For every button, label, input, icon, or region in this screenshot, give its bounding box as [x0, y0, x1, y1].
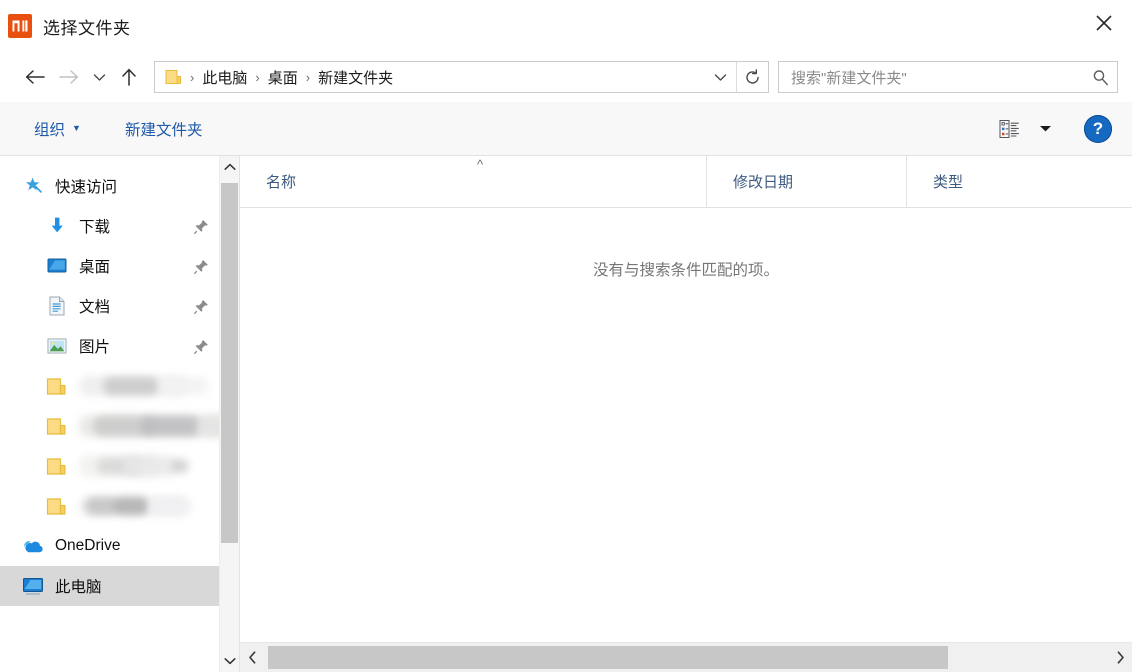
scroll-left-chevron-left-icon[interactable] [240, 643, 264, 672]
sidebar-item-桌面[interactable]: 桌面 [0, 246, 219, 286]
empty-state-message: 没有与搜索条件匹配的项。 [240, 258, 1132, 280]
column-header-row: ^ 名称 修改日期 类型 [240, 156, 1132, 208]
folder-icon [46, 497, 68, 516]
sidebar-item-label-redacted [79, 456, 209, 476]
address-bar-tools [704, 62, 768, 92]
desktop-monitor-icon [46, 257, 68, 275]
search-icon[interactable] [1092, 69, 1109, 86]
refresh-icon[interactable] [736, 62, 768, 92]
search-box[interactable]: 搜索"新建文件夹" [778, 61, 1118, 93]
view-options-chevron-down-icon[interactable] [1032, 113, 1058, 145]
organize-button[interactable]: 组织 ▼ [26, 112, 89, 146]
breadcrumb-separator[interactable]: › [253, 70, 261, 85]
column-header-date-label: 修改日期 [733, 171, 793, 192]
sidebar-item-文档[interactable]: 文档 [0, 286, 219, 326]
pictures-icon [46, 337, 68, 355]
sidebar-item-redacted-folder[interactable] [0, 366, 219, 406]
onedrive-cloud-icon [22, 538, 44, 554]
file-list-pane: ^ 名称 修改日期 类型 没有与搜索条件匹配的项。 [240, 156, 1132, 672]
new-folder-button[interactable]: 新建文件夹 [117, 112, 211, 146]
column-header-name[interactable]: ^ 名称 [240, 156, 706, 207]
column-header-name-label: 名称 [266, 171, 296, 192]
file-list-scroll-thumb[interactable] [268, 646, 948, 669]
sidebar-item-label: 下载 [79, 215, 188, 237]
search-input[interactable]: 搜索"新建文件夹" [791, 67, 1086, 88]
sidebar-scroll-thumb[interactable] [221, 183, 238, 543]
this-pc-icon [22, 577, 44, 596]
sidebar-item-图片[interactable]: 图片 [0, 326, 219, 366]
dialog-body: 快速访问下载桌面文档图片 OneDrive 此电脑 [0, 156, 1132, 672]
sidebar-item-redacted-folder[interactable] [0, 406, 219, 446]
pin-icon[interactable] [194, 339, 209, 354]
breadcrumb-separator[interactable]: › [188, 70, 196, 85]
pin-icon[interactable] [194, 259, 209, 274]
sidebar-item-下载[interactable]: 下载 [0, 206, 219, 246]
up-arrow-icon[interactable] [112, 60, 146, 94]
toolbar-right-group: ? [992, 113, 1118, 145]
recent-locations-chevron-down-icon[interactable] [86, 60, 112, 94]
breadcrumb-item-0[interactable]: 此电脑 [196, 65, 253, 90]
sidebar-item-label: 图片 [79, 335, 188, 357]
sidebar-item-label: 文档 [79, 295, 188, 317]
column-header-type-label: 类型 [933, 171, 963, 192]
sidebar-vertical-scrollbar[interactable] [219, 156, 239, 672]
file-list-scroll-track[interactable] [264, 643, 1108, 672]
sidebar-scroll-track[interactable] [220, 178, 239, 650]
file-list-body[interactable]: 没有与搜索条件匹配的项。 [240, 208, 1132, 642]
pin-icon[interactable] [194, 219, 209, 234]
mi-logo-icon [8, 14, 32, 38]
scroll-up-chevron-up-icon[interactable] [220, 156, 239, 178]
sidebar-item-此电脑[interactable]: 此电脑 [0, 566, 219, 606]
sidebar-item-label-redacted [79, 496, 209, 516]
sidebar-item-label: 快速访问 [55, 175, 209, 197]
folder-icon [46, 417, 68, 436]
breadcrumb-item-1[interactable]: 桌面 [262, 65, 304, 90]
address-breadcrumb-bar[interactable]: › 此电脑 › 桌面 › 新建文件夹 [154, 61, 769, 93]
sidebar-item-redacted-folder[interactable] [0, 486, 219, 526]
breadcrumb-item-2[interactable]: 新建文件夹 [312, 65, 399, 90]
sidebar-item-label-redacted [79, 416, 209, 436]
file-list-horizontal-scrollbar[interactable] [240, 642, 1132, 672]
sidebar-list: 快速访问下载桌面文档图片 OneDrive 此电脑 [0, 156, 219, 672]
command-toolbar: 组织 ▼ 新建文件夹 ? [0, 102, 1132, 156]
navigation-pane: 快速访问下载桌面文档图片 OneDrive 此电脑 [0, 156, 240, 672]
navigation-bar: › 此电脑 › 桌面 › 新建文件夹 [0, 52, 1132, 102]
organize-label: 组织 [34, 118, 65, 140]
list-view-icon[interactable] [992, 113, 1028, 145]
breadcrumb: › 此电脑 › 桌面 › 新建文件夹 [155, 65, 704, 90]
select-folder-dialog: 选择文件夹 [0, 0, 1132, 672]
new-folder-label: 新建文件夹 [125, 118, 203, 140]
folder-icon [46, 377, 68, 396]
help-button[interactable]: ? [1084, 115, 1112, 143]
breadcrumb-separator[interactable]: › [304, 70, 312, 85]
scroll-right-chevron-right-icon[interactable] [1108, 643, 1132, 672]
forward-arrow-icon [52, 60, 86, 94]
scroll-down-chevron-down-icon[interactable] [220, 650, 239, 672]
column-header-type[interactable]: 类型 [906, 156, 1132, 207]
pin-icon[interactable] [194, 299, 209, 314]
sidebar-item-label: OneDrive [55, 537, 209, 555]
organize-chevron-down-icon: ▼ [72, 124, 81, 133]
window-title: 选择文件夹 [43, 14, 131, 39]
back-arrow-icon[interactable] [18, 60, 52, 94]
close-button[interactable] [1076, 0, 1132, 46]
star-pin-icon [22, 176, 44, 196]
download-arrow-icon [46, 216, 68, 236]
folder-icon [46, 457, 68, 476]
document-icon [46, 296, 68, 316]
title-bar: 选择文件夹 [0, 0, 1132, 52]
sidebar-item-label: 桌面 [79, 255, 188, 277]
address-dropdown-chevron-down-icon[interactable] [704, 62, 736, 92]
sidebar-item-OneDrive[interactable]: OneDrive [0, 526, 219, 566]
sidebar-item-label-redacted [79, 376, 209, 396]
sidebar-item-快速访问[interactable]: 快速访问 [0, 166, 219, 206]
column-header-date-modified[interactable]: 修改日期 [706, 156, 906, 207]
sidebar-item-label: 此电脑 [55, 575, 209, 597]
sort-ascending-caret-icon: ^ [477, 158, 483, 171]
breadcrumb-folder-icon[interactable] [165, 69, 184, 86]
sidebar-item-redacted-folder[interactable] [0, 446, 219, 486]
